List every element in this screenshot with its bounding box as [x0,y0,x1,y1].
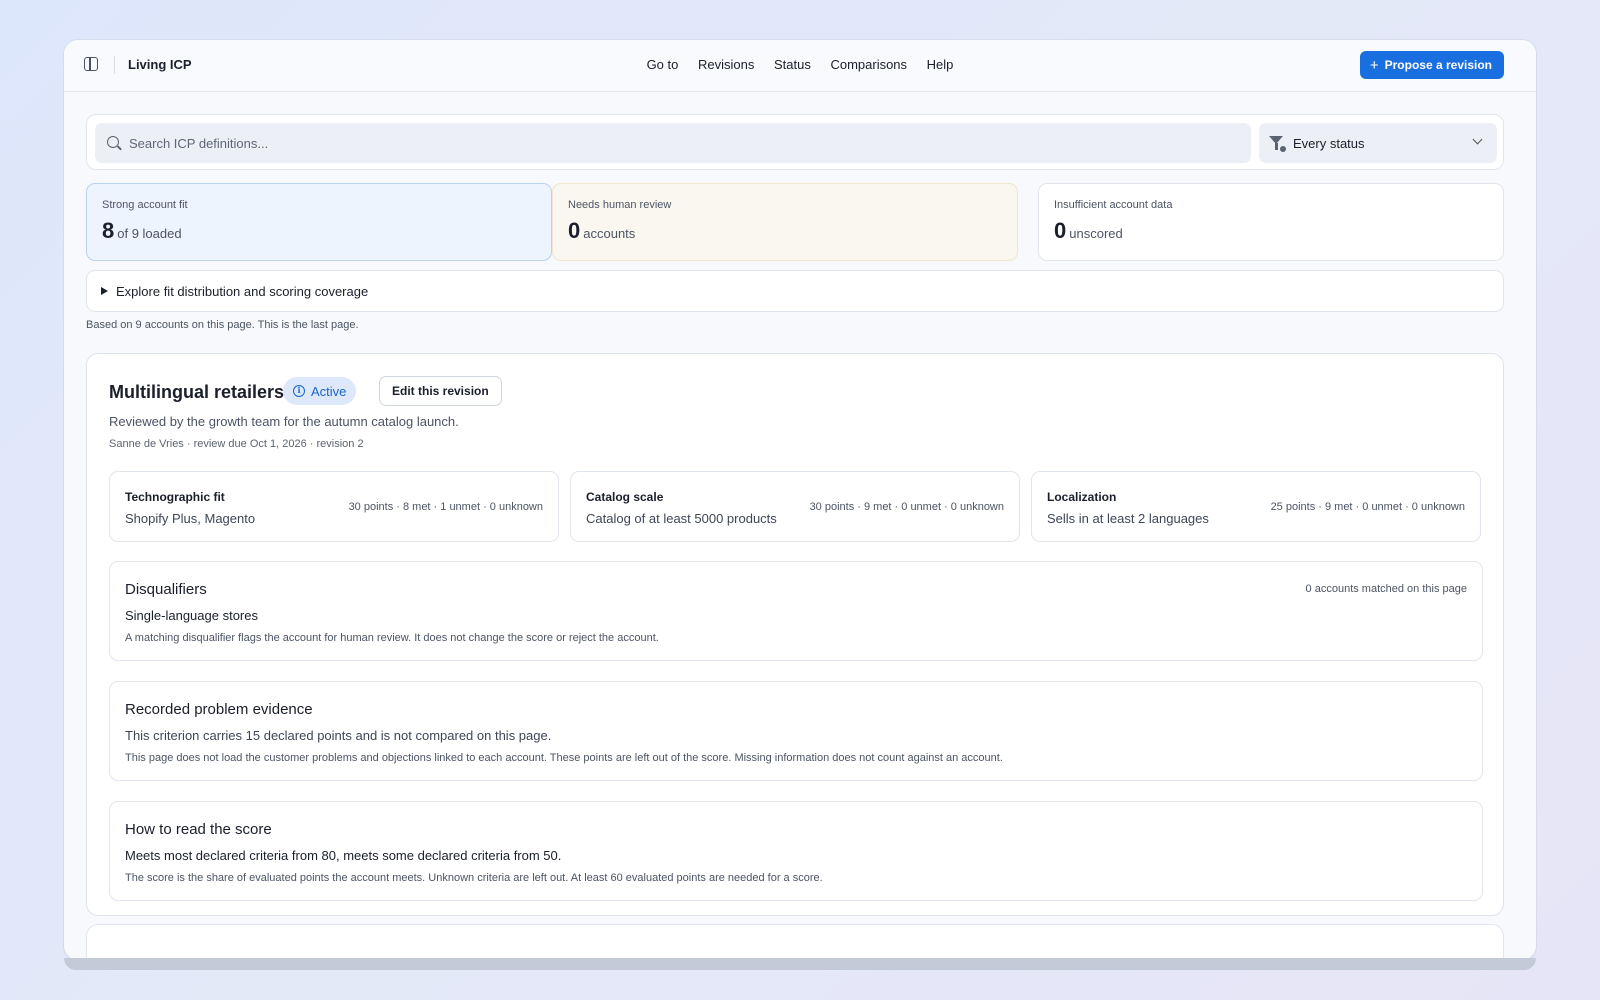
filter-indicator-dot [1280,146,1286,152]
window-bottom-edge [64,958,1536,970]
criterion-stats: 30 points · 8 met · 1 unmet · 0 unknown [348,501,543,513]
stat-suffix: unscored [1069,226,1123,241]
section-note: This page does not load the customer pro… [125,752,1003,764]
section-title: Recorded problem evidence [125,701,313,718]
section-line: Meets most declared criteria from 80, me… [125,848,562,863]
criterion-name: Technographic fit [125,490,225,504]
criterion-value: Shopify Plus, Magento [125,511,256,526]
revision-meta: Sanne de Vries · review due Oct 1, 2026 … [109,438,364,450]
disclosure-triangle-icon [101,287,108,295]
stat-card-strong-fit: Strong account fit 8 of 9 loaded [86,183,552,261]
info-icon: i [293,385,305,397]
filter-icon [1269,136,1283,150]
section-note: The score is the share of evaluated poin… [125,872,823,884]
section-note: A matching disqualifier flags the accoun… [125,632,659,644]
search-icon [107,136,119,148]
evidence-section: Recorded problem evidence This criterion… [109,681,1483,781]
criterion-name: Localization [1047,490,1117,504]
top-nav: Go to Revisions Status Comparisons Help [64,57,1536,72]
explore-disclosure[interactable]: Explore fit distribution and scoring cov… [86,270,1504,312]
nav-go-to[interactable]: Go to [647,57,679,72]
propose-revision-label: Propose a revision [1384,58,1492,72]
stat-number: 8 [102,218,115,243]
propose-revision-button[interactable]: + Propose a revision [1359,51,1504,79]
explore-label: Explore fit distribution and scoring cov… [116,284,369,299]
stat-label: Insufficient account data [1054,199,1173,211]
nav-comparisons[interactable]: Comparisons [830,57,907,72]
stat-number: 0 [568,218,581,243]
stat-suffix: of 9 loaded [117,226,182,241]
stat-label: Needs human review [568,199,672,211]
status-filter-value: Every status [1293,136,1365,151]
nav-status[interactable]: Status [774,57,811,72]
page-summary-note: Based on 9 accounts on this page. This i… [86,319,359,331]
chevron-down-icon [1472,134,1483,145]
revision-card: Multilingual retailers i Active Edit thi… [86,353,1504,916]
stat-value: 0 unscored [1054,218,1123,244]
search-placeholder: Search ICP definitions... [129,136,269,151]
criterion-stats: 25 points · 9 met · 0 unmet · 0 unknown [1270,501,1465,513]
next-revision-card [86,924,1504,960]
search-input[interactable]: Search ICP definitions... [95,123,1251,163]
plus-icon: + [1369,56,1379,74]
stat-card-insufficient-data: Insufficient account data 0 unscored [1038,183,1504,261]
edit-revision-button[interactable]: Edit this revision [379,376,502,406]
score-section: How to read the score Meets most declare… [109,801,1483,901]
stat-number: 0 [1054,218,1067,243]
revision-title: Multilingual retailers [109,382,285,402]
criterion-card-catalog: Catalog scale Catalog of at least 5000 p… [570,471,1020,542]
stat-suffix: accounts [583,226,636,241]
search-toolbar: Search ICP definitions... Every status [86,114,1504,170]
criterion-stats: 30 points · 9 met · 0 unmet · 0 unknown [809,501,1004,513]
criterion-card-localization: Localization Sells in at least 2 languag… [1031,471,1481,542]
stat-value: 0 accounts [568,218,635,244]
criterion-value: Sells in at least 2 languages [1047,511,1209,526]
section-title: How to read the score [125,821,272,838]
status-badge-label: Active [311,383,347,399]
revision-description: Reviewed by the growth team for the autu… [109,414,459,429]
stat-value: 8 of 9 loaded [102,218,182,244]
status-badge[interactable]: i Active [283,377,357,405]
top-header: Living ICP Go to Revisions Status Compar… [64,40,1536,92]
stat-card-needs-review: Needs human review 0 accounts [552,183,1018,261]
criterion-value: Catalog of at least 5000 products [586,511,777,526]
nav-revisions[interactable]: Revisions [698,57,754,72]
nav-help[interactable]: Help [927,57,954,72]
disqualifiers-section: Disqualifiers 0 accounts matched on this… [109,561,1483,661]
criterion-card-technographic: Technographic fit Shopify Plus, Magento … [109,471,559,542]
section-title: Disqualifiers [125,581,207,598]
section-line: This criterion carries 15 declared point… [125,728,552,743]
stat-label: Strong account fit [102,199,188,211]
status-filter-select[interactable]: Every status [1259,123,1497,163]
criterion-name: Catalog scale [586,490,664,504]
disqualifier-match-count: 0 accounts matched on this page [1305,583,1467,595]
app-window: Living ICP Go to Revisions Status Compar… [64,40,1536,960]
disqualifier-item: Single-language stores [125,608,258,623]
